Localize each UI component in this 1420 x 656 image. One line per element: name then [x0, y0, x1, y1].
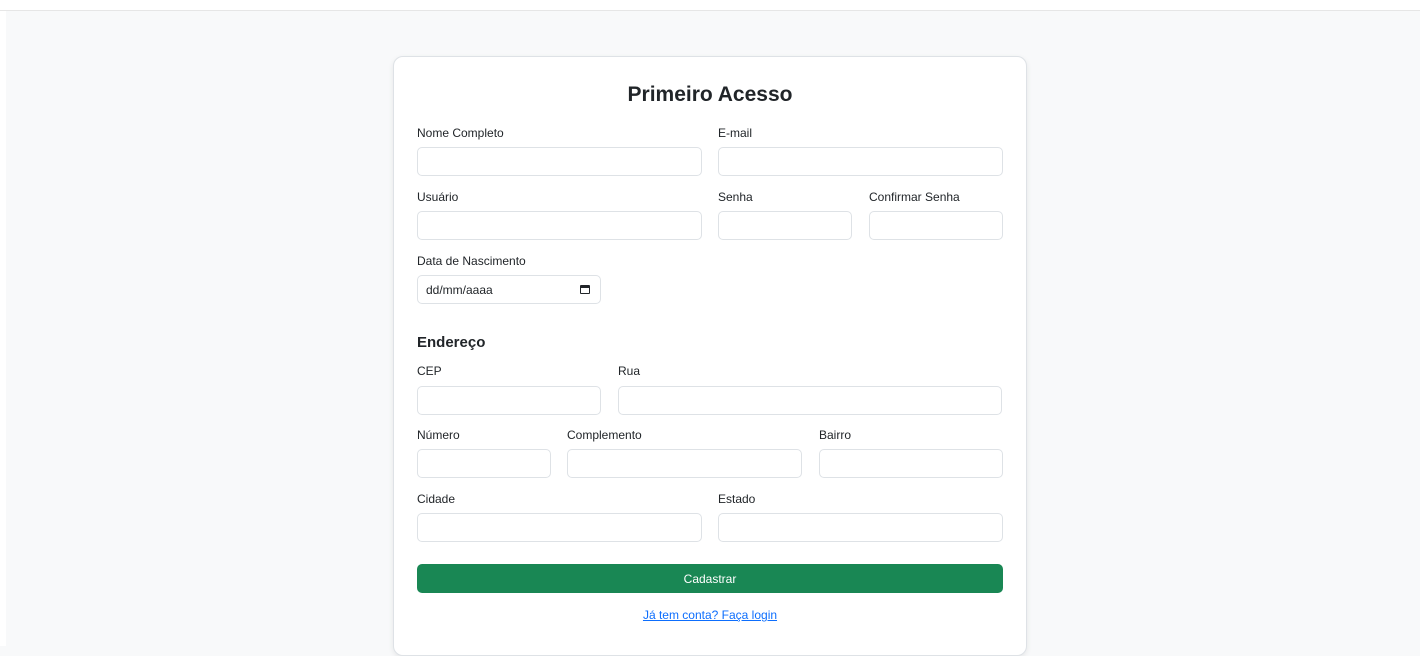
- state-label: Estado: [718, 492, 756, 506]
- email-input[interactable]: [718, 147, 1003, 176]
- password-label: Senha: [718, 190, 753, 204]
- full-name-input[interactable]: [417, 147, 702, 176]
- login-link[interactable]: Já tem conta? Faça login: [643, 608, 777, 622]
- username-label: Usuário: [417, 190, 459, 204]
- confirm-password-input[interactable]: [869, 211, 1003, 240]
- full-name-label: Nome Completo: [417, 126, 504, 140]
- complement-input[interactable]: [567, 449, 802, 478]
- page-title: Primeiro Acesso: [627, 83, 793, 106]
- left-edge: [0, 11, 6, 646]
- top-bar: [0, 0, 1420, 11]
- cep-label: CEP: [417, 364, 442, 378]
- street-label: Rua: [618, 364, 641, 378]
- confirm-password-label: Confirmar Senha: [869, 190, 960, 204]
- birthdate-input[interactable]: dd/mm/aaaa: [417, 275, 601, 304]
- complement-label: Complemento: [567, 428, 642, 442]
- number-input[interactable]: [417, 449, 551, 478]
- address-heading: Endereço: [417, 334, 486, 351]
- email-label: E-mail: [718, 126, 753, 140]
- register-button[interactable]: Cadastrar: [417, 564, 1003, 593]
- neighborhood-input[interactable]: [819, 449, 1003, 478]
- city-label: Cidade: [417, 492, 456, 506]
- neighborhood-label: Bairro: [819, 428, 852, 442]
- birthdate-label: Data de Nascimento: [417, 254, 526, 268]
- number-label: Número: [417, 428, 460, 442]
- birthdate-placeholder: dd/mm/aaaa: [426, 282, 493, 297]
- login-link-wrapper: Já tem conta? Faça login: [394, 608, 1026, 622]
- password-input[interactable]: [718, 211, 852, 240]
- cep-input[interactable]: [417, 386, 601, 415]
- city-input[interactable]: [417, 513, 702, 542]
- state-input[interactable]: [718, 513, 1003, 542]
- registration-card: Primeiro Acesso Nome Completo E-mail Usu…: [393, 56, 1027, 656]
- username-input[interactable]: [417, 211, 702, 240]
- calendar-icon[interactable]: [580, 285, 590, 294]
- street-input[interactable]: [618, 386, 1002, 415]
